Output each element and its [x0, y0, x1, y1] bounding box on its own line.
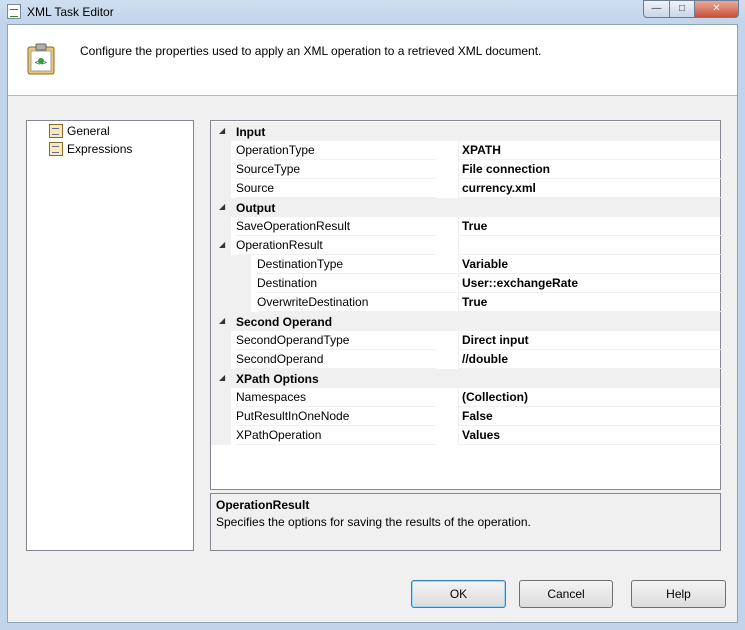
property-name: PutResultInOneNode — [236, 407, 436, 426]
property-name: OperationType — [236, 141, 436, 160]
property-name: Namespaces — [236, 388, 436, 407]
row-gutter — [211, 426, 231, 445]
indent-gutter — [231, 274, 251, 293]
row-gutter — [211, 293, 231, 312]
title-bar[interactable]: XML Task Editor — □ ✕ — [0, 0, 745, 24]
row-gutter — [211, 141, 231, 160]
ok-button[interactable]: OK — [411, 580, 506, 608]
row-gutter — [211, 160, 231, 179]
property-row[interactable]: SecondOperand //double — [211, 350, 724, 369]
property-name: DestinationType — [257, 255, 457, 274]
page-list: General Expressions — [26, 120, 194, 551]
nav-item-label: Expressions — [67, 142, 133, 156]
collapse-arrow-icon[interactable]: ◢ — [219, 202, 225, 211]
dialog-client: <> Configure the properties used to appl… — [7, 24, 738, 623]
property-value[interactable]: File connection — [458, 160, 724, 179]
nav-item-label: General — [67, 124, 110, 138]
cancel-button[interactable]: Cancel — [519, 580, 613, 608]
clipboard-icon: <> — [27, 43, 55, 75]
property-value[interactable]: True — [458, 293, 724, 312]
row-gutter — [211, 217, 231, 236]
collapse-arrow-icon[interactable]: ◢ — [219, 316, 225, 325]
description-pane: OperationResult Specifies the options fo… — [210, 493, 721, 551]
row-gutter — [211, 255, 231, 274]
close-button[interactable]: ✕ — [694, 0, 739, 18]
property-row[interactable]: XPathOperation Values — [211, 426, 724, 445]
category-label: Second Operand — [236, 315, 333, 329]
property-value[interactable]: User::exchangeRate — [458, 274, 724, 293]
description-title: OperationResult — [216, 498, 310, 512]
property-row[interactable]: DestinationType Variable — [211, 255, 724, 274]
category-label: XPath Options — [236, 372, 319, 386]
header-description: Configure the properties used to apply a… — [80, 44, 542, 58]
property-value[interactable]: Values — [458, 426, 724, 445]
row-gutter — [211, 407, 231, 426]
property-row[interactable]: Namespaces (Collection) — [211, 388, 724, 407]
nav-item-expressions[interactable]: Expressions — [49, 141, 132, 157]
property-row[interactable]: Destination User::exchangeRate — [211, 274, 724, 293]
property-grid: ◢ Input OperationType XPATH SourceType File c… — [210, 120, 724, 490]
collapse-arrow-icon[interactable]: ◢ — [219, 240, 225, 249]
property-name: SaveOperationResult — [236, 217, 436, 236]
property-name: XPathOperation — [236, 426, 436, 445]
category-label: Output — [236, 201, 276, 215]
category-row[interactable]: ◢ Second Operand — [211, 312, 720, 331]
property-row[interactable]: SourceType File connection — [211, 160, 724, 179]
minimize-button[interactable]: — — [643, 0, 670, 18]
property-value[interactable]: Variable — [458, 255, 724, 274]
collapse-arrow-icon[interactable]: ◢ — [219, 373, 225, 382]
row-gutter — [211, 179, 231, 198]
general-page-icon — [49, 124, 63, 138]
maximize-button[interactable]: □ — [669, 0, 695, 18]
property-row[interactable]: PutResultInOneNode False — [211, 407, 724, 426]
xml-task-icon — [7, 4, 21, 19]
category-label: Input — [236, 125, 266, 139]
row-gutter — [211, 350, 231, 369]
row-gutter — [211, 331, 231, 350]
property-value[interactable]: True — [458, 217, 724, 236]
help-button[interactable]: Help — [631, 580, 726, 608]
collapse-arrow-icon[interactable]: ◢ — [219, 126, 225, 135]
window-title: XML Task Editor — [27, 5, 114, 19]
property-value[interactable]: //double — [458, 350, 724, 369]
category-row[interactable]: ◢ Output — [211, 198, 720, 217]
category-row[interactable]: ◢ XPath Options — [211, 369, 720, 388]
property-value[interactable]: XPATH — [458, 141, 724, 160]
description-text: Specifies the options for saving the res… — [216, 515, 531, 529]
property-name: Destination — [257, 274, 457, 293]
property-name: OverwriteDestination — [257, 293, 457, 312]
dialog-window: XML Task Editor — □ ✕ <> Configure the p… — [0, 0, 745, 630]
property-value[interactable] — [458, 236, 724, 255]
property-name: SecondOperand — [236, 350, 436, 369]
property-row[interactable]: Source currency.xml — [211, 179, 724, 198]
property-row[interactable]: OperationType XPATH — [211, 141, 724, 160]
property-value[interactable]: (Collection) — [458, 388, 724, 407]
expressions-page-icon — [49, 142, 63, 156]
header-band: <> Configure the properties used to appl… — [8, 25, 737, 96]
property-row[interactable]: SecondOperandType Direct input — [211, 331, 724, 350]
property-row[interactable]: SaveOperationResult True — [211, 217, 724, 236]
row-gutter — [211, 388, 231, 407]
indent-gutter — [231, 255, 251, 274]
property-row[interactable]: OverwriteDestination True — [211, 293, 724, 312]
property-name: SourceType — [236, 160, 436, 179]
property-value[interactable]: False — [458, 407, 724, 426]
row-gutter — [211, 274, 231, 293]
property-value[interactable]: Direct input — [458, 331, 724, 350]
property-row[interactable]: ◢ OperationResult — [211, 236, 724, 255]
property-name: Source — [236, 179, 436, 198]
category-row[interactable]: ◢ Input — [211, 122, 720, 141]
nav-item-general[interactable]: General — [49, 123, 110, 139]
property-name: SecondOperandType — [236, 331, 436, 350]
property-name: OperationResult — [236, 236, 436, 255]
property-value[interactable]: currency.xml — [458, 179, 724, 198]
indent-gutter — [231, 293, 251, 312]
